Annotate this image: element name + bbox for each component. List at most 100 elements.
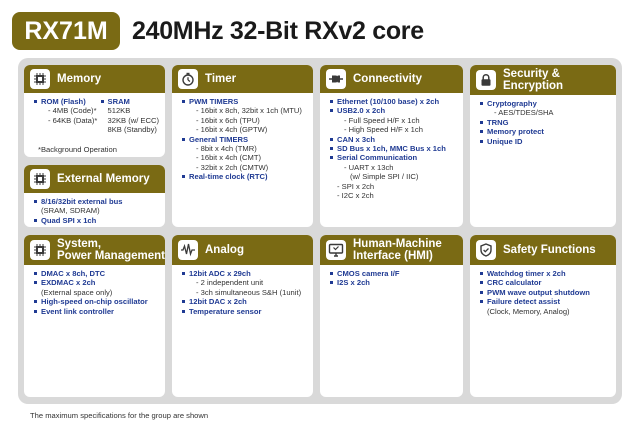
product-badge: RX71M [12,12,120,50]
list-item-detail: - 16bit x 6ch (TPU) [196,115,260,125]
analog-card-header: Analog [172,235,313,265]
list-item-detail: - High Speed H/F x 1ch [344,125,423,135]
memory-card-header: Memory [24,65,165,93]
list-item: I2S x 2ch [330,278,457,287]
header: RX71M 240MHz 32-Bit RXv2 core [12,12,424,50]
list-item: Failure detect assist [480,297,610,306]
memory-note: *Background Operation [38,144,117,154]
security-title-line2: Encryption [503,80,564,92]
feature-panel: Memory ROM (Flash) - 4MB (Code)* - 64KB … [18,58,622,404]
list-item-detail: - 16bit x 8ch, 32bit x 1ch (MTU) [196,106,302,116]
sram-line: 512KB [107,106,131,116]
connectivity-card: Connectivity Ethernet (10/100 base) x 2c… [320,65,463,227]
hmi-title-line1: Human-Machine [353,238,442,250]
list-item: DMAC x 8ch, DTC [34,269,159,278]
list-item-detail: (SRAM, SDRAM) [41,206,100,216]
sram-line: 8KB (Standby) [107,125,157,135]
memory-card: Memory ROM (Flash) - 4MB (Code)* - 64KB … [24,65,165,157]
rom-label: ROM (Flash) [34,97,101,106]
security-title: Security & Encryption [503,68,563,92]
list-item-detail: - I2C x 2ch [337,191,374,201]
sram-line: 32KB (w/ ECC) [107,115,159,125]
list-item-detail: (Clock, Memory, Analog) [487,306,570,316]
list-item: High-speed on-chip oscillator [34,297,159,306]
list-item-detail: - 32bit x 2ch (CMTW) [196,162,269,172]
security-title-line1: Security & [503,68,560,80]
list-item-detail: - Full Speed H/F x 1ch [344,115,420,125]
page-title: 240MHz 32-Bit RXv2 core [132,16,424,45]
list-item: Quad SPI x 1ch [34,216,159,225]
sram-label: SRAM [100,97,159,106]
list-item-detail: - 2 independent unit [196,278,264,288]
connectivity-card-header: Connectivity [320,65,463,93]
list-item-detail: - 16bit x 4ch (CMT) [196,153,261,163]
security-card-header: Security & Encryption [470,65,616,95]
memory-title: Memory [57,73,102,85]
chip-icon [30,69,50,89]
rom-line: - 64KB (Data)* [48,115,98,125]
list-item: Serial Communication [330,153,457,162]
footnote: The maximum specifications for the group… [30,411,209,420]
system-title: System, Power Management [57,238,165,262]
list-item: SD Bus x 1ch, MMC Bus x 1ch [330,144,457,153]
rom-line: - 4MB (Code)* [48,106,97,116]
rtc-label: Real-time clock (RTC) [182,172,307,181]
list-item-detail: - 3ch simultaneous S&H (1unit) [196,287,302,297]
plug-icon [326,69,346,89]
external-memory-title: External Memory [57,173,150,185]
hmi-card: Human-Machine Interface (HMI) CMOS camer… [320,235,463,397]
list-item: Temperature sensor [182,307,307,316]
timer-card-header: Timer [172,65,313,93]
list-item: 8/16/32bit external bus [34,197,159,206]
monitor-icon [326,240,346,260]
chip-icon [30,169,50,189]
connectivity-title: Connectivity [353,73,423,85]
list-item-detail: - 8bit x 4ch (TMR) [196,144,257,154]
system-card: System, Power Management DMAC x 8ch, DTC… [24,235,165,397]
list-item: Cryptography [480,99,610,108]
list-item: TRNG [480,118,610,127]
general-timers-label: General TIMERS [182,135,307,144]
safety-card: Safety Functions Watchdog timer x 2ch CR… [470,235,616,397]
list-item-detail: (w/ Simple SPI / IIC) [350,172,419,182]
external-memory-card-header: External Memory [24,165,165,193]
external-memory-card: External Memory 8/16/32bit external bus … [24,165,165,227]
safety-title: Safety Functions [503,244,596,256]
list-item: 12bit DAC x 2ch [182,297,307,306]
list-item: Memory protect [480,127,610,136]
hmi-title-line2: Interface (HMI) [353,250,433,262]
list-item: Unique ID [480,137,610,146]
lock-icon [476,70,496,90]
system-title-line2: Power Management [57,250,165,262]
system-card-header: System, Power Management [24,235,165,265]
timer-card: Timer PWM TIMERS - 16bit x 8ch, 32bit x … [172,65,313,227]
security-card: Security & Encryption Cryptography - AES… [470,65,616,227]
pwm-timers-label: PWM TIMERS [182,97,307,106]
hmi-title: Human-Machine Interface (HMI) [353,238,442,262]
list-item: CRC calculator [480,278,610,287]
analog-title: Analog [205,244,244,256]
chip-icon [30,240,50,260]
list-item-detail: (External space only) [41,287,113,297]
waveform-icon [178,240,198,260]
list-item: Event link controller [34,307,159,316]
list-item: Watchdog timer x 2ch [480,269,610,278]
list-item: USB2.0 x 2ch [330,106,457,115]
timer-title: Timer [205,73,237,85]
list-item-detail: - AES/TDES/SHA [494,108,554,118]
list-item: CAN x 3ch [330,135,457,144]
list-item: 12bit ADC x 29ch [182,269,307,278]
list-item-detail: - UART x 13ch [344,162,394,172]
hmi-card-header: Human-Machine Interface (HMI) [320,235,463,265]
list-item-detail: - 16bit x 4ch (GPTW) [196,125,268,135]
list-item-detail: - SPI x 2ch [337,181,375,191]
analog-card: Analog 12bit ADC x 29ch - 2 independent … [172,235,313,397]
shield-check-icon [476,240,496,260]
list-item: PWM wave output shutdown [480,288,610,297]
list-item: CMOS camera I/F [330,269,457,278]
safety-card-header: Safety Functions [470,235,616,265]
list-item: EXDMAC x 2ch [34,278,159,287]
stopwatch-icon [178,69,198,89]
list-item: Ethernet (10/100 base) x 2ch [330,97,457,106]
system-title-line1: System, [57,238,102,250]
